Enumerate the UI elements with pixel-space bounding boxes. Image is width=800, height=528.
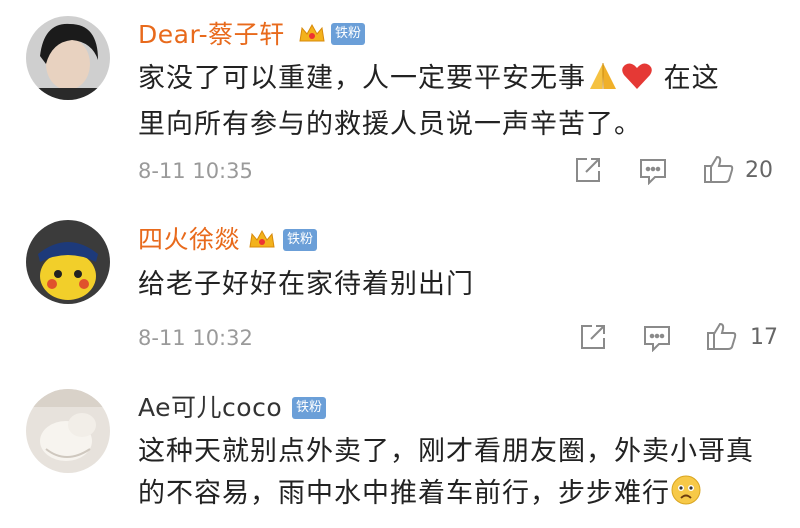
heart-emoji [620,61,654,104]
timestamp: 8-11 10:35 [138,159,253,183]
avatar[interactable] [26,220,110,304]
crown-icon [298,23,326,45]
avatar[interactable] [26,389,110,473]
username[interactable]: Ae可儿coco [138,393,282,423]
comment-item: Dear-蔡子轩 铁粉 家没了可以重建，人一定要平安无事 在这 里向所有参与的救… [0,0,800,200]
timestamp: 8-11 10:32 [138,326,253,350]
fan-badge: 铁粉 [283,229,318,251]
like-count: 17 [750,325,778,350]
comment-item: 四火徐燚 铁粉 给老子好好在家待着别出门 8-11 10:32 17 [0,200,800,375]
like-count: 20 [745,158,773,183]
comment-item: Ae可儿coco 铁粉 这种天就别点外卖了，刚才看朋友圈，外卖小哥真 的不容易，… [0,375,800,528]
fan-badge: 铁粉 [292,397,327,419]
comment-text: 给老子好好在家待着别出门 [138,269,474,300]
username[interactable]: Dear-蔡子轩 [138,20,285,50]
share-icon[interactable] [573,155,603,185]
comment-icon[interactable] [642,324,672,352]
comment-text: 家没了可以重建，人一定要平安无事 在这 里向所有参与的救援人员说一声辛苦了。 [138,61,720,140]
fan-badge: 铁粉 [331,23,366,45]
comment-icon[interactable] [638,157,668,185]
like-icon[interactable] [706,321,738,351]
sad-emoji [670,474,702,519]
share-icon[interactable] [578,322,608,352]
pray-emoji [586,61,620,104]
comment-text: 这种天就别点外卖了，刚才看朋友圈，外卖小哥真 的不容易，雨中水中推着车前行，步步… [138,431,778,519]
username[interactable]: 四火徐燚 [138,225,240,255]
crown-icon [248,229,276,251]
avatar[interactable] [26,16,110,100]
like-icon[interactable] [703,154,735,184]
